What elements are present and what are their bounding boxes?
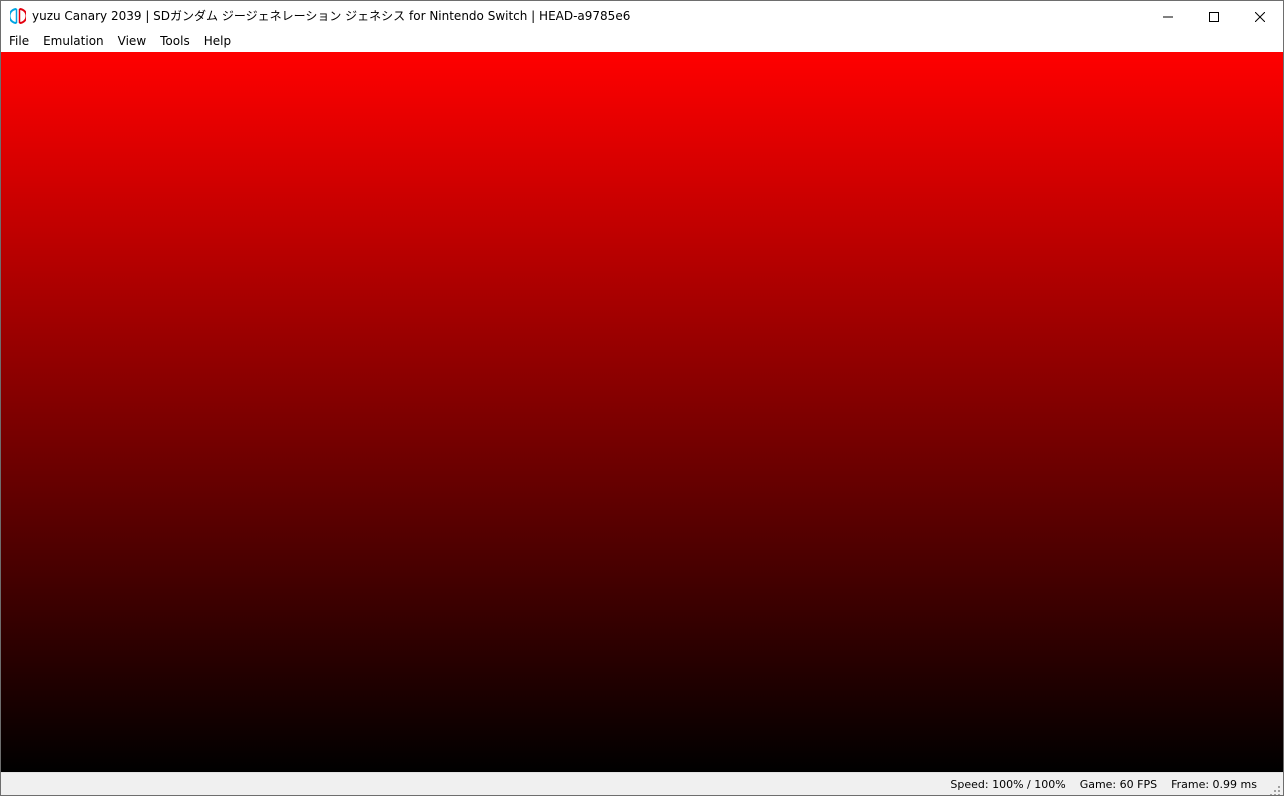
resize-grip-icon[interactable] [1269,782,1281,795]
minimize-icon [1163,7,1173,26]
emulator-window: yuzu Canary 2039 | SDガンダム ジージェネレーション ジェネ… [0,0,1284,796]
frame-time: Frame: 0.99 ms [1171,778,1257,791]
yuzu-logo-icon [8,8,28,24]
game-fps: Game: 60 FPS [1079,778,1158,791]
window-title: yuzu Canary 2039 | SDガンダム ジージェネレーション ジェネ… [32,9,631,23]
close-icon [1254,7,1266,26]
menu-tools[interactable]: Tools [153,31,197,52]
status-fields: Speed: 100% / 100% Game: 60 FPS Frame: 0… [936,773,1257,795]
menu-file[interactable]: File [1,31,36,52]
menu-view[interactable]: View [111,31,153,52]
menu-help[interactable]: Help [197,31,238,52]
title-bar[interactable]: yuzu Canary 2039 | SDガンダム ジージェネレーション ジェネ… [1,1,1283,31]
status-bar: Speed: 100% / 100% Game: 60 FPS Frame: 0… [1,772,1283,795]
close-button[interactable] [1237,1,1283,31]
menu-bar: File Emulation View Tools Help [1,31,1283,52]
menu-emulation[interactable]: Emulation [36,31,111,52]
emulation-speed: Speed: 100% / 100% [950,778,1066,791]
minimize-button[interactable] [1145,1,1191,31]
game-render-area[interactable] [1,52,1283,772]
maximize-button[interactable] [1191,1,1237,31]
maximize-icon [1209,7,1219,26]
